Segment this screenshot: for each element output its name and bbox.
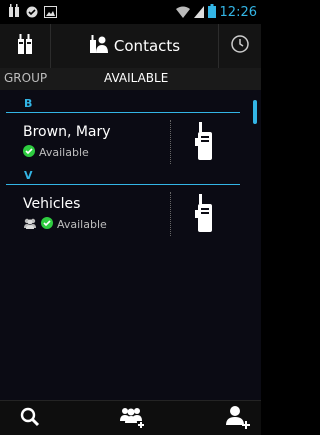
ptt-radio-icon[interactable] bbox=[195, 122, 215, 162]
section-header: V bbox=[6, 166, 240, 185]
tab-group[interactable]: GROUP bbox=[4, 71, 47, 85]
section-letter: B bbox=[24, 97, 33, 110]
status-text: Available bbox=[57, 218, 107, 231]
available-icon bbox=[41, 217, 53, 232]
contact-status: Available bbox=[23, 145, 89, 160]
page-title: Contacts bbox=[51, 34, 218, 58]
section-letter: V bbox=[24, 169, 33, 182]
clock-icon bbox=[231, 35, 249, 57]
contact-status: Available bbox=[23, 217, 107, 232]
status-bar: 12:26 bbox=[0, 0, 261, 24]
radio-button[interactable] bbox=[0, 24, 51, 68]
action-bar: Contacts bbox=[0, 24, 261, 69]
group-icon bbox=[23, 217, 37, 232]
status-text: Available bbox=[39, 146, 89, 159]
add-group-button[interactable] bbox=[113, 405, 153, 433]
battery-icon bbox=[207, 3, 216, 22]
contact-list: B Brown, Mary Available V Vehicles Avail… bbox=[0, 90, 261, 400]
search-button[interactable] bbox=[10, 405, 50, 433]
page-title-text: Contacts bbox=[113, 37, 181, 55]
recent-button[interactable] bbox=[218, 24, 261, 68]
scrollbar[interactable] bbox=[253, 100, 257, 124]
clock-time: 12:26 bbox=[219, 4, 257, 20]
check-circle-icon bbox=[26, 3, 38, 22]
ptt-radio-icon[interactable] bbox=[195, 194, 215, 234]
radio-icon bbox=[17, 33, 33, 59]
section-header: B bbox=[6, 94, 240, 113]
bottom-bar bbox=[0, 400, 261, 435]
signal-icon bbox=[193, 3, 204, 22]
wifi-icon bbox=[175, 3, 190, 22]
radio-notification-icon bbox=[8, 3, 20, 22]
contact-row[interactable]: Vehicles Available bbox=[0, 186, 250, 240]
contact-name: Vehicles bbox=[23, 196, 81, 212]
contacts-icon bbox=[89, 34, 109, 58]
add-contact-button[interactable] bbox=[218, 405, 258, 433]
contact-name: Brown, Mary bbox=[23, 124, 111, 140]
tab-available[interactable]: AVAILABLE bbox=[104, 71, 168, 85]
contact-row[interactable]: Brown, Mary Available bbox=[0, 114, 250, 168]
search-icon bbox=[20, 407, 40, 431]
image-icon bbox=[44, 3, 57, 22]
tab-bar: GROUP AVAILABLE bbox=[0, 68, 261, 91]
add-contact-icon bbox=[225, 405, 251, 433]
add-group-icon bbox=[119, 405, 147, 433]
divider bbox=[170, 120, 171, 164]
divider bbox=[170, 192, 171, 236]
available-icon bbox=[23, 145, 35, 160]
